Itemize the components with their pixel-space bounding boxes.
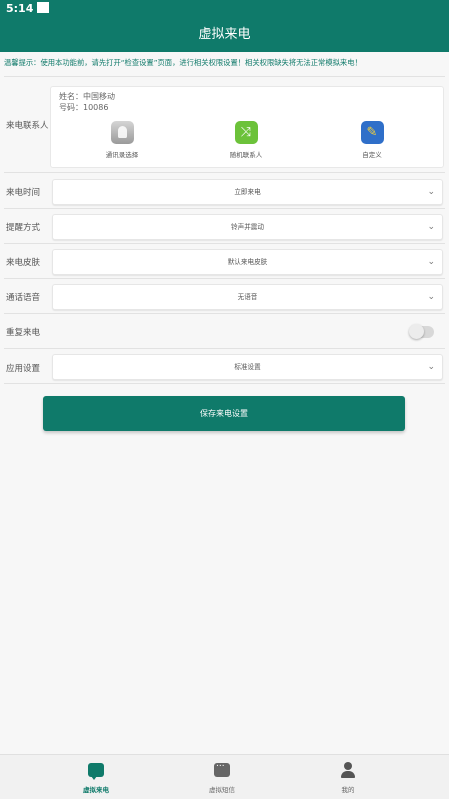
- divider: [4, 313, 445, 314]
- contacts-pick-button[interactable]: 通讯录选择: [82, 121, 162, 159]
- shuffle-icon: ⤨: [234, 121, 258, 144]
- chevron-down-icon: ⌄: [427, 187, 435, 197]
- contacts-pick-label: 通讯录选择: [105, 151, 139, 159]
- warning-tip: 温馨提示：使用本功能前，请先打开“检查设置”页面，进行相关权限设置！相关权限缺失…: [4, 58, 362, 67]
- repeat-call-toggle[interactable]: [409, 324, 434, 339]
- app-settings-label: 应用设置: [6, 364, 41, 374]
- nav-virtual-sms-label: 虚拟短信: [209, 786, 235, 794]
- nav-virtual-call-label: 虚拟来电: [83, 786, 109, 794]
- nav-mine[interactable]: 我的: [308, 762, 388, 794]
- notification-icon: [37, 2, 50, 13]
- reminder-mode-select[interactable]: 铃声并震动 ⌄: [52, 214, 443, 240]
- person-icon: [341, 762, 355, 778]
- status-bar: 5:14: [0, 0, 449, 18]
- random-contact-label: 随机联系人: [229, 151, 263, 159]
- status-time: 5:14: [6, 2, 34, 15]
- call-skin-select[interactable]: 默认来电皮肤 ⌄: [52, 249, 443, 275]
- call-voice-select[interactable]: 无语音 ⌄: [52, 284, 443, 310]
- app-settings-select[interactable]: 标准设置 ⌄: [52, 354, 443, 380]
- repeat-call-label: 重复来电: [6, 328, 41, 338]
- custom-contact-button[interactable]: ✎ 自定义: [332, 121, 412, 159]
- page-title: 虚拟来电: [198, 27, 251, 42]
- divider: [4, 348, 445, 349]
- app-bar: 虚拟来电: [0, 18, 449, 52]
- call-skin-value: 默认来电皮肤: [227, 258, 268, 266]
- call-time-value: 立即来电: [234, 188, 261, 196]
- call-chat-icon: [88, 763, 104, 780]
- chevron-down-icon: ⌄: [427, 292, 435, 302]
- toggle-knob: [409, 324, 424, 339]
- edit-icon: ✎: [360, 121, 384, 144]
- random-contact-button[interactable]: ⤨ 随机联系人: [206, 121, 286, 159]
- chevron-down-icon: ⌄: [427, 222, 435, 232]
- contact-card: 姓名：中国移动 号码：10086 通讯录选择 ⤨ 随机联系人 ✎ 自定义: [50, 86, 444, 168]
- divider: [4, 278, 445, 279]
- app-settings-value: 标准设置: [234, 363, 261, 371]
- chevron-down-icon: ⌄: [427, 362, 435, 372]
- nav-mine-label: 我的: [341, 786, 355, 794]
- chevron-down-icon: ⌄: [427, 257, 435, 267]
- call-time-select[interactable]: 立即来电 ⌄: [52, 179, 443, 205]
- message-icon: [214, 759, 230, 777]
- divider: [4, 383, 445, 384]
- reminder-mode-label: 提醒方式: [6, 223, 41, 233]
- bottom-nav: 虚拟来电 虚拟短信 我的: [0, 754, 449, 799]
- call-skin-label: 来电皮肤: [6, 258, 41, 268]
- divider: [4, 243, 445, 244]
- contacts-icon: [110, 121, 134, 144]
- nav-virtual-sms[interactable]: 虚拟短信: [182, 759, 262, 794]
- contact-label: 来电联系人: [6, 121, 49, 131]
- divider: [4, 172, 445, 173]
- divider: [4, 208, 445, 209]
- call-time-label: 来电时间: [6, 188, 41, 198]
- contact-number: 号码：10086: [59, 103, 109, 112]
- divider: [4, 76, 445, 77]
- custom-contact-label: 自定义: [362, 151, 382, 159]
- call-voice-label: 通话语音: [6, 293, 41, 303]
- contact-name: 姓名：中国移动: [59, 92, 115, 101]
- save-call-settings-button[interactable]: 保存来电设置: [43, 396, 405, 431]
- call-voice-value: 无语音: [237, 293, 258, 301]
- nav-virtual-call[interactable]: 虚拟来电: [56, 763, 136, 794]
- reminder-mode-value: 铃声并震动: [231, 223, 264, 231]
